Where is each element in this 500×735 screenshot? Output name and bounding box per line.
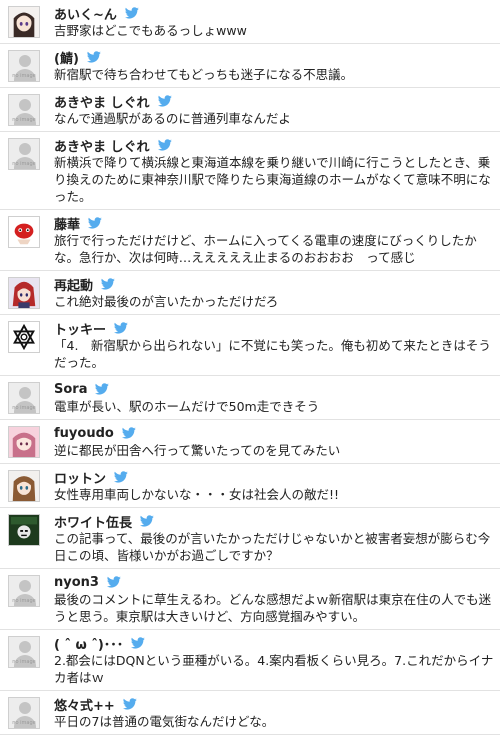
tweet-item[interactable]: no image ( ˆ ω ˆ)･･･ 2.都会にはDQNという亜種がいる。4.案… xyxy=(0,630,500,691)
tweet-text: 最後のコメントに草生えるわ。どんな感想だよｗ新宿駅は東京在住の人でも迷うと思う。… xyxy=(54,592,492,624)
tweet-header: 悠々式++ xyxy=(54,695,494,714)
tweet-item[interactable]: no image あきやま しぐれ 新横浜で降りて横浜線と東海道本線を乗り継いで川崎… xyxy=(0,132,500,210)
user-name[interactable]: Sora xyxy=(54,382,87,397)
tweet-header: あきやま しぐれ xyxy=(54,92,494,111)
tweet-text: 「4. 新宿駅から出られない」に不覚にも笑った。俺も初めて来たときはそうだった。 xyxy=(54,338,491,370)
tweet-text: 新横浜で降りて横浜線と東海道本線を乗り継いで川崎に行こうとしたとき、乗り換えのた… xyxy=(54,155,491,204)
avatar[interactable]: no image xyxy=(8,50,40,82)
tweet-text: 電車が長い、駅のホームだけで50m走できそう xyxy=(54,399,320,414)
user-name[interactable]: ( ˆ ω ˆ)･･･ xyxy=(54,634,123,653)
tweet-text: なんで通過駅があるのに普通列車なんだよ xyxy=(54,111,291,126)
avatar[interactable] xyxy=(8,216,40,248)
avatar[interactable]: no image xyxy=(8,138,40,170)
tweet-item[interactable]: トッキー 「4. 新宿駅から出られない」に不覚にも笑った。俺も初めて来たときはそう… xyxy=(0,315,500,376)
tweet-feed: あいく~ん 吉野家はどこでもあるっしょwww no image (鯖) 新宿駅で待ち合わ… xyxy=(0,0,500,735)
twitter-bird-icon[interactable] xyxy=(114,471,128,483)
user-name[interactable]: あきやま しぐれ xyxy=(54,92,150,111)
twitter-bird-icon[interactable] xyxy=(122,427,136,439)
tweet-item[interactable]: no image 悠々式++ 平日の7は普通の電気街なんだけどな。 xyxy=(0,691,500,735)
tweet-text: この記事って、最後のが言いたかっただけじゃないかと被害者妄想が膨らむ今日この頃、… xyxy=(54,531,491,563)
tweet-item[interactable]: no image nyon3 最後のコメントに草生えるわ。どんな感想だよｗ新宿駅は東… xyxy=(0,569,500,630)
user-name[interactable]: (鯖) xyxy=(54,48,79,67)
avatar[interactable]: no image xyxy=(8,636,40,668)
tweet-item[interactable]: no image あきやま しぐれ なんで通過駅があるのに普通列車なんだよ xyxy=(0,88,500,132)
tweet-item[interactable]: fuyoudo 逆に都民が田舎へ行って驚いたってのを見てみたい xyxy=(0,420,500,464)
twitter-bird-icon[interactable] xyxy=(101,278,115,290)
user-name[interactable]: あいく~ん xyxy=(54,4,117,23)
tweet-header: トッキー xyxy=(54,319,494,338)
avatar[interactable] xyxy=(8,321,40,353)
avatar[interactable] xyxy=(8,514,40,546)
tweet-item[interactable]: no image (鯖) 新宿駅で待ち合わせてもどっちも迷子になる不思議。 xyxy=(0,44,500,88)
tweet-item[interactable]: あいく~ん 吉野家はどこでもあるっしょwww xyxy=(0,0,500,44)
tweet-header: 再起動 xyxy=(54,275,494,294)
no-image-label: no image xyxy=(12,405,36,411)
user-name[interactable]: 悠々式++ xyxy=(54,695,115,714)
tweet-header: Sora xyxy=(54,380,494,398)
user-name[interactable]: あきやま しぐれ xyxy=(54,136,150,155)
user-name[interactable]: 再起動 xyxy=(54,275,93,294)
user-name[interactable]: nyon3 xyxy=(54,575,99,590)
tweet-header: ロットン xyxy=(54,468,494,487)
avatar[interactable]: no image xyxy=(8,697,40,729)
no-image-label: no image xyxy=(12,117,36,123)
no-image-label: no image xyxy=(12,720,36,726)
avatar[interactable] xyxy=(8,470,40,502)
tweet-header: (鯖) xyxy=(54,48,494,67)
twitter-bird-icon[interactable] xyxy=(131,637,145,649)
tweet-header: あきやま しぐれ xyxy=(54,136,494,155)
twitter-bird-icon[interactable] xyxy=(125,7,139,19)
avatar[interactable] xyxy=(8,426,40,458)
tweet-text: これ絶対最後のが言いたかっただけだろ xyxy=(54,294,279,309)
tweet-text: 逆に都民が田舎へ行って驚いたってのを見てみたい xyxy=(54,443,341,458)
tweet-header: 藤華 xyxy=(54,214,494,233)
twitter-bird-icon[interactable] xyxy=(87,51,101,63)
user-name[interactable]: トッキー xyxy=(54,319,106,338)
tweet-header: ( ˆ ω ˆ)･･･ xyxy=(54,634,494,653)
avatar[interactable] xyxy=(8,277,40,309)
tweet-text: 平日の7は普通の電気街なんだけどな。 xyxy=(54,714,275,729)
no-image-label: no image xyxy=(12,161,36,167)
no-image-label: no image xyxy=(12,598,36,604)
user-name[interactable]: fuyoudo xyxy=(54,426,114,441)
tweet-item[interactable]: 再起動 これ絶対最後のが言いたかっただけだろ xyxy=(0,271,500,315)
no-image-label: no image xyxy=(12,659,36,665)
tweet-header: fuyoudo xyxy=(54,424,494,442)
tweet-header: あいく~ん xyxy=(54,4,494,23)
tweet-text: 女性専用車両しかないな・・・女は社会人の敵だ!! xyxy=(54,487,340,502)
twitter-bird-icon[interactable] xyxy=(123,698,137,710)
no-image-label: no image xyxy=(12,73,36,79)
twitter-bird-icon[interactable] xyxy=(158,95,172,107)
user-name[interactable]: ホワイト伍長 xyxy=(54,512,132,531)
tweet-text: 2.都会にはDQNという亜種がいる。4.案内看板くらい見ろ。7.これだからイナカ… xyxy=(54,653,494,685)
tweet-text: 新宿駅で待ち合わせてもどっちも迷子になる不思議。 xyxy=(54,67,354,82)
tweet-item[interactable]: no image Sora 電車が長い、駅のホームだけで50m走できそう xyxy=(0,376,500,420)
twitter-bird-icon[interactable] xyxy=(88,217,102,229)
avatar[interactable] xyxy=(8,6,40,38)
tweet-header: nyon3 xyxy=(54,573,494,591)
avatar[interactable]: no image xyxy=(8,94,40,126)
avatar[interactable]: no image xyxy=(8,575,40,607)
avatar[interactable]: no image xyxy=(8,382,40,414)
tweet-text: 吉野家はどこでもあるっしょwww xyxy=(54,23,247,38)
tweet-header: ホワイト伍長 xyxy=(54,512,494,531)
tweet-item[interactable]: ロットン 女性専用車両しかないな・・・女は社会人の敵だ!! xyxy=(0,464,500,508)
twitter-bird-icon[interactable] xyxy=(140,515,154,527)
twitter-bird-icon[interactable] xyxy=(158,139,172,151)
user-name[interactable]: ロットン xyxy=(54,468,106,487)
tweet-text: 旅行で行っただけだけど、ホームに入ってくる電車の速度にびっくりしたかな。急行か、… xyxy=(54,233,477,265)
twitter-bird-icon[interactable] xyxy=(95,383,109,395)
tweet-item[interactable]: ホワイト伍長 この記事って、最後のが言いたかっただけじゃないかと被害者妄想が膨らむ… xyxy=(0,508,500,569)
twitter-bird-icon[interactable] xyxy=(114,322,128,334)
tweet-item[interactable]: 藤華 旅行で行っただけだけど、ホームに入ってくる電車の速度にびっくりしたかな。急行… xyxy=(0,210,500,271)
twitter-bird-icon[interactable] xyxy=(107,576,121,588)
user-name[interactable]: 藤華 xyxy=(54,214,80,233)
